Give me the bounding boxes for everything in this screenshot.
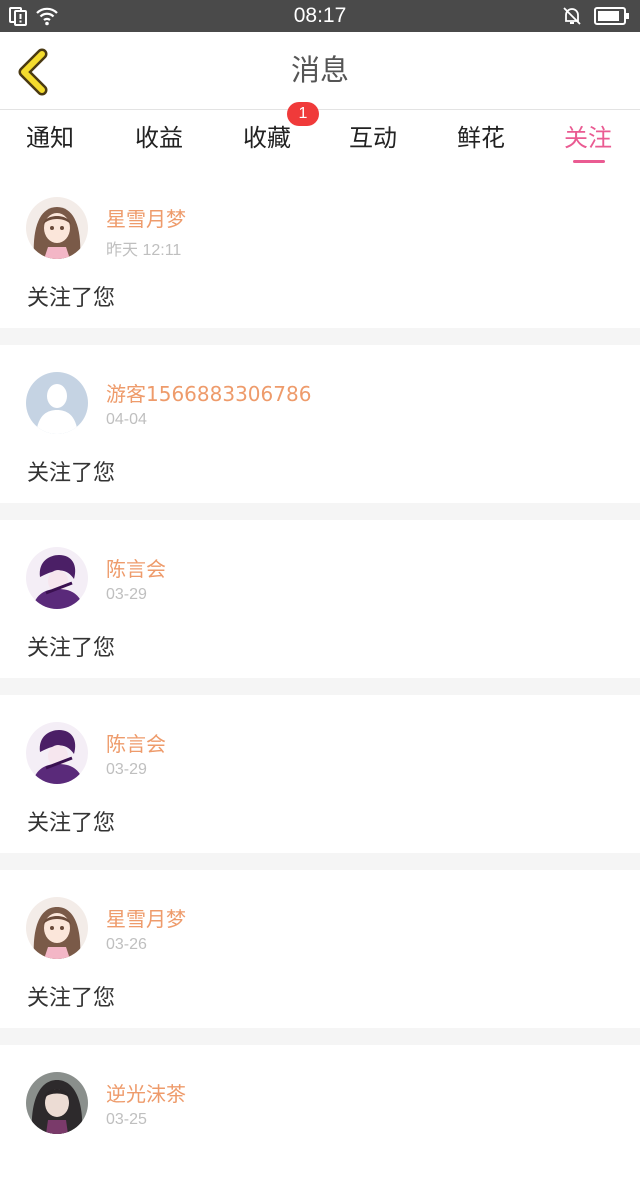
purple-boy-avatar-icon	[26, 547, 88, 609]
tab-earnings[interactable]: 收益	[109, 110, 209, 166]
default-user-avatar-icon	[26, 372, 88, 434]
timestamp: 04-04	[106, 411, 147, 428]
list-item[interactable]: 游客1566883306786 04-04 关注了您	[0, 345, 640, 503]
avatar[interactable]	[26, 722, 88, 784]
divider	[0, 678, 640, 695]
username[interactable]: 陈言会	[106, 553, 166, 582]
status-bar: 08:17	[0, 0, 640, 32]
list-item[interactable]: 陈言会 03-29 关注了您	[0, 520, 640, 678]
tab-follow-label: 关注	[564, 124, 612, 152]
tab-follow[interactable]: 关注	[538, 110, 638, 166]
tab-interaction[interactable]: 互动	[323, 110, 423, 166]
bell-off-icon	[562, 6, 582, 26]
timestamp: 03-26	[106, 936, 147, 953]
message-text: 关注了您	[27, 286, 116, 311]
purple-boy-avatar-icon	[26, 722, 88, 784]
nav-bar: 消息	[0, 32, 640, 110]
message-text: 关注了您	[27, 986, 116, 1011]
timestamp: 昨天 12:11	[106, 242, 182, 259]
battery-icon	[594, 6, 630, 26]
divider	[0, 503, 640, 520]
avatar[interactable]	[26, 1072, 88, 1134]
avatar[interactable]	[26, 897, 88, 959]
dark-girl-avatar-icon	[26, 1072, 88, 1134]
username[interactable]: 星雪月梦	[106, 903, 186, 932]
timestamp: 03-29	[106, 761, 147, 778]
clock: 08:17	[293, 4, 347, 27]
list-item[interactable]: 星雪月梦 03-26 关注了您	[0, 870, 640, 1028]
list-item[interactable]: 逆光沫茶 03-25	[0, 1045, 640, 1203]
divider	[0, 853, 640, 870]
message-list: 星雪月梦 昨天 12:11 关注了您 游客1566883306786 04-04…	[0, 170, 640, 1203]
active-tab-indicator	[573, 160, 605, 163]
timestamp: 03-29	[106, 586, 147, 603]
username[interactable]: 游客1566883306786	[106, 378, 311, 407]
tab-flowers[interactable]: 鲜花	[431, 110, 531, 166]
username[interactable]: 陈言会	[106, 728, 166, 757]
girl-avatar-icon	[26, 897, 88, 959]
girl-avatar-icon	[26, 197, 88, 259]
timestamp: 03-25	[106, 1111, 147, 1128]
list-item[interactable]: 星雪月梦 昨天 12:11 关注了您	[0, 170, 640, 328]
divider	[0, 1028, 640, 1045]
unread-badge: 1	[287, 102, 319, 126]
tab-notice[interactable]: 通知	[0, 110, 100, 166]
list-item[interactable]: 陈言会 03-29 关注了您	[0, 695, 640, 853]
page-title: 消息	[290, 53, 349, 87]
divider	[0, 328, 640, 345]
avatar[interactable]	[26, 547, 88, 609]
message-text: 关注了您	[27, 461, 116, 486]
tab-bar: 通知 收益 收藏 互动 鲜花 关注	[0, 110, 640, 170]
avatar[interactable]	[26, 372, 88, 434]
username[interactable]: 逆光沫茶	[106, 1078, 186, 1107]
message-text: 关注了您	[27, 636, 116, 661]
username[interactable]: 星雪月梦	[106, 203, 186, 232]
avatar[interactable]	[26, 197, 88, 259]
message-text: 关注了您	[27, 811, 116, 836]
